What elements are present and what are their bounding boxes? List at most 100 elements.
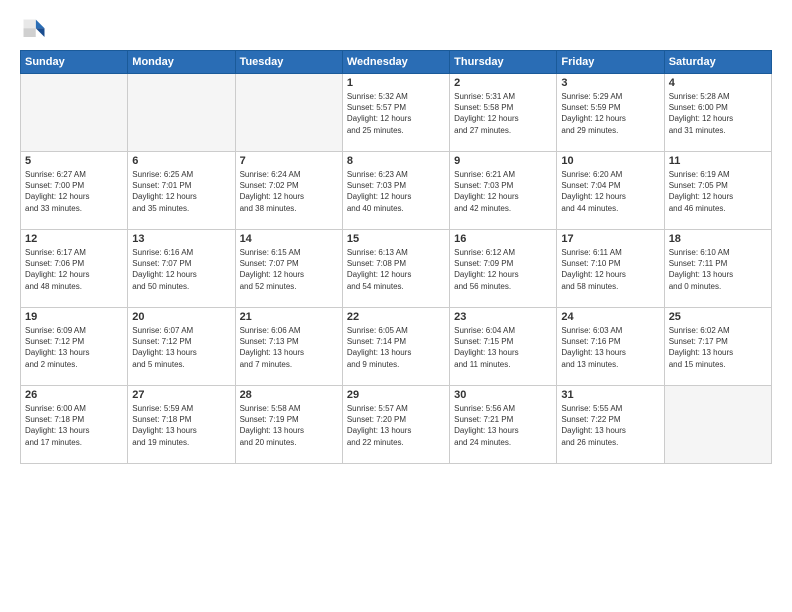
calendar-cell: 15 Sunrise: 6:13 AM Sunset: 7:08 PM Dayli… [342, 230, 449, 308]
calendar-header-saturday: Saturday [664, 51, 771, 74]
calendar-cell: 12 Sunrise: 6:17 AM Sunset: 7:06 PM Dayli… [21, 230, 128, 308]
calendar-header-thursday: Thursday [450, 51, 557, 74]
day-number: 26 [25, 389, 123, 401]
day-number: 5 [25, 155, 123, 167]
day-number: 29 [347, 389, 445, 401]
calendar-cell: 4 Sunrise: 5:28 AM Sunset: 6:00 PM Daylig… [664, 74, 771, 152]
day-number: 4 [669, 77, 767, 89]
calendar-week-5: 26 Sunrise: 6:00 AM Sunset: 7:18 PM Dayli… [21, 386, 772, 464]
day-info: Sunrise: 6:12 AM Sunset: 7:09 PM Dayligh… [454, 247, 552, 292]
calendar-cell: 5Sunrise: 6:27 AM Sunset: 7:00 PM Daylig… [21, 152, 128, 230]
day-info: Sunrise: 6:02 AM Sunset: 7:17 PM Dayligh… [669, 325, 767, 370]
day-info: Sunrise: 6:13 AM Sunset: 7:08 PM Dayligh… [347, 247, 445, 292]
day-info: Sunrise: 6:07 AM Sunset: 7:12 PM Dayligh… [132, 325, 230, 370]
calendar-cell: 7Sunrise: 6:24 AM Sunset: 7:02 PM Daylig… [235, 152, 342, 230]
calendar-cell: 22 Sunrise: 6:05 AM Sunset: 7:14 PM Dayli… [342, 308, 449, 386]
day-number: 1 [347, 77, 445, 89]
day-number: 21 [240, 311, 338, 323]
day-info: Sunrise: 5:29 AM Sunset: 5:59 PM Dayligh… [561, 91, 659, 136]
calendar-cell: 29 Sunrise: 5:57 AM Sunset: 7:20 PM Dayli… [342, 386, 449, 464]
page: SundayMondayTuesdayWednesdayThursdayFrid… [0, 0, 792, 612]
day-number: 24 [561, 311, 659, 323]
calendar-week-3: 12 Sunrise: 6:17 AM Sunset: 7:06 PM Dayli… [21, 230, 772, 308]
calendar-header-monday: Monday [128, 51, 235, 74]
day-info: Sunrise: 6:05 AM Sunset: 7:14 PM Dayligh… [347, 325, 445, 370]
day-info: Sunrise: 6:23 AM Sunset: 7:03 PM Dayligh… [347, 169, 445, 214]
day-number: 23 [454, 311, 552, 323]
calendar-cell: 26 Sunrise: 6:00 AM Sunset: 7:18 PM Dayli… [21, 386, 128, 464]
calendar-cell: 31Sunrise: 5:55 AM Sunset: 7:22 PM Dayli… [557, 386, 664, 464]
day-number: 19 [25, 311, 123, 323]
calendar-cell: 1 Sunrise: 5:32 AM Sunset: 5:57 PM Daylig… [342, 74, 449, 152]
day-number: 17 [561, 233, 659, 245]
day-number: 16 [454, 233, 552, 245]
day-info: Sunrise: 6:19 AM Sunset: 7:05 PM Dayligh… [669, 169, 767, 214]
calendar-cell [21, 74, 128, 152]
logo [20, 16, 52, 44]
day-number: 14 [240, 233, 338, 245]
day-info: Sunrise: 6:09 AM Sunset: 7:12 PM Dayligh… [25, 325, 123, 370]
calendar-cell [664, 386, 771, 464]
calendar-cell: 8Sunrise: 6:23 AM Sunset: 7:03 PM Daylig… [342, 152, 449, 230]
calendar-cell: 24 Sunrise: 6:03 AM Sunset: 7:16 PM Dayli… [557, 308, 664, 386]
calendar-header-friday: Friday [557, 51, 664, 74]
day-number: 13 [132, 233, 230, 245]
calendar-week-4: 19 Sunrise: 6:09 AM Sunset: 7:12 PM Dayli… [21, 308, 772, 386]
day-info: Sunrise: 5:59 AM Sunset: 7:18 PM Dayligh… [132, 403, 230, 448]
calendar-cell: 6Sunrise: 6:25 AM Sunset: 7:01 PM Daylig… [128, 152, 235, 230]
day-info: Sunrise: 6:17 AM Sunset: 7:06 PM Dayligh… [25, 247, 123, 292]
day-info: Sunrise: 6:20 AM Sunset: 7:04 PM Dayligh… [561, 169, 659, 214]
calendar-cell: 18 Sunrise: 6:10 AM Sunset: 7:11 PM Dayli… [664, 230, 771, 308]
calendar-header-tuesday: Tuesday [235, 51, 342, 74]
calendar-cell: 23 Sunrise: 6:04 AM Sunset: 7:15 PM Dayli… [450, 308, 557, 386]
day-info: Sunrise: 5:57 AM Sunset: 7:20 PM Dayligh… [347, 403, 445, 448]
day-info: Sunrise: 5:31 AM Sunset: 5:58 PM Dayligh… [454, 91, 552, 136]
calendar-cell: 14Sunrise: 6:15 AM Sunset: 7:07 PM Dayli… [235, 230, 342, 308]
calendar-cell: 2 Sunrise: 5:31 AM Sunset: 5:58 PM Daylig… [450, 74, 557, 152]
calendar-header-wednesday: Wednesday [342, 51, 449, 74]
calendar-cell: 9 Sunrise: 6:21 AM Sunset: 7:03 PM Daylig… [450, 152, 557, 230]
day-number: 3 [561, 77, 659, 89]
day-info: Sunrise: 6:06 AM Sunset: 7:13 PM Dayligh… [240, 325, 338, 370]
calendar-header-row: SundayMondayTuesdayWednesdayThursdayFrid… [21, 51, 772, 74]
day-info: Sunrise: 5:28 AM Sunset: 6:00 PM Dayligh… [669, 91, 767, 136]
day-info: Sunrise: 6:16 AM Sunset: 7:07 PM Dayligh… [132, 247, 230, 292]
logo-icon [20, 16, 48, 44]
day-number: 27 [132, 389, 230, 401]
day-number: 12 [25, 233, 123, 245]
calendar-cell [235, 74, 342, 152]
calendar-cell: 20 Sunrise: 6:07 AM Sunset: 7:12 PM Dayli… [128, 308, 235, 386]
day-info: Sunrise: 5:58 AM Sunset: 7:19 PM Dayligh… [240, 403, 338, 448]
day-info: Sunrise: 6:10 AM Sunset: 7:11 PM Dayligh… [669, 247, 767, 292]
day-number: 15 [347, 233, 445, 245]
day-info: Sunrise: 6:21 AM Sunset: 7:03 PM Dayligh… [454, 169, 552, 214]
calendar-cell: 21 Sunrise: 6:06 AM Sunset: 7:13 PM Dayli… [235, 308, 342, 386]
day-info: Sunrise: 6:03 AM Sunset: 7:16 PM Dayligh… [561, 325, 659, 370]
calendar-header-sunday: Sunday [21, 51, 128, 74]
day-number: 20 [132, 311, 230, 323]
day-number: 18 [669, 233, 767, 245]
day-info: Sunrise: 6:11 AM Sunset: 7:10 PM Dayligh… [561, 247, 659, 292]
day-info: Sunrise: 5:32 AM Sunset: 5:57 PM Dayligh… [347, 91, 445, 136]
day-number: 11 [669, 155, 767, 167]
header [20, 16, 772, 44]
day-number: 2 [454, 77, 552, 89]
calendar-cell: 13 Sunrise: 6:16 AM Sunset: 7:07 PM Dayli… [128, 230, 235, 308]
calendar-table: SundayMondayTuesdayWednesdayThursdayFrid… [20, 50, 772, 464]
day-number: 7 [240, 155, 338, 167]
day-info: Sunrise: 6:04 AM Sunset: 7:15 PM Dayligh… [454, 325, 552, 370]
calendar-cell: 25 Sunrise: 6:02 AM Sunset: 7:17 PM Dayli… [664, 308, 771, 386]
day-number: 22 [347, 311, 445, 323]
day-info: Sunrise: 6:25 AM Sunset: 7:01 PM Dayligh… [132, 169, 230, 214]
calendar-cell: 27 Sunrise: 5:59 AM Sunset: 7:18 PM Dayli… [128, 386, 235, 464]
calendar-week-2: 5Sunrise: 6:27 AM Sunset: 7:00 PM Daylig… [21, 152, 772, 230]
day-info: Sunrise: 5:56 AM Sunset: 7:21 PM Dayligh… [454, 403, 552, 448]
day-info: Sunrise: 6:00 AM Sunset: 7:18 PM Dayligh… [25, 403, 123, 448]
day-number: 31 [561, 389, 659, 401]
day-number: 10 [561, 155, 659, 167]
calendar-cell: 17 Sunrise: 6:11 AM Sunset: 7:10 PM Dayli… [557, 230, 664, 308]
day-number: 25 [669, 311, 767, 323]
calendar-cell: 10 Sunrise: 6:20 AM Sunset: 7:04 PM Dayli… [557, 152, 664, 230]
day-number: 9 [454, 155, 552, 167]
calendar-cell: 11 Sunrise: 6:19 AM Sunset: 7:05 PM Dayli… [664, 152, 771, 230]
